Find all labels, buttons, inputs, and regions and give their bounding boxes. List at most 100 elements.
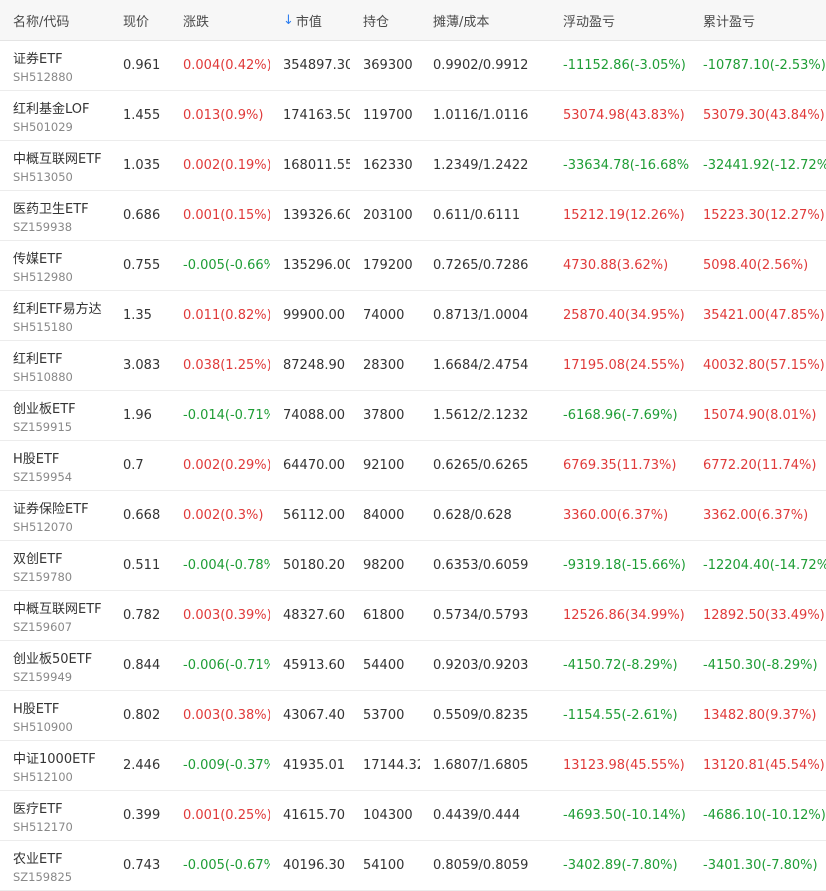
float-pnl-cell: -4150.72(-8.29%) <box>563 658 678 673</box>
total-pnl-cell: -32441.92(-12.72%) <box>703 158 826 173</box>
fund-name[interactable]: 双创ETF <box>13 548 63 567</box>
change-cell: 0.011(0.82%) <box>183 308 270 323</box>
fund-code: SZ159780 <box>13 569 73 584</box>
fund-code: SZ159938 <box>13 219 73 234</box>
float-pnl-cell: -11152.86(-3.05%) <box>563 58 686 73</box>
change-cell: -0.014(-0.71%) <box>183 408 270 423</box>
fund-code: SH512100 <box>13 769 73 784</box>
change-cell: 0.002(0.3%) <box>183 508 264 523</box>
total-pnl-cell: 13120.81(45.54%) <box>703 758 825 773</box>
table-row[interactable]: H股ETF SH510900 0.802 0.003(0.38%) 43067.40 53… <box>0 691 826 741</box>
col-float-pnl[interactable]: 浮动盈亏 <box>550 0 690 40</box>
fund-name[interactable]: 中概互联网ETF <box>13 598 102 617</box>
fund-name[interactable]: 传媒ETF <box>13 248 63 267</box>
fund-name[interactable]: 创业板50ETF <box>13 648 92 667</box>
fund-code: SH510900 <box>13 719 73 734</box>
cost-cell: 0.8059/0.8059 <box>433 858 529 873</box>
table-row[interactable]: 中概互联网ETF SZ159607 0.782 0.003(0.39%) 48327.6… <box>0 591 826 641</box>
total-pnl-cell: -10787.10(-2.53%) <box>703 58 826 73</box>
col-total-pnl[interactable]: 累计盈亏 <box>690 0 826 40</box>
col-change[interactable]: 涨跌 <box>170 0 270 40</box>
col-name-code[interactable]: 名称/代码 <box>0 0 110 40</box>
fund-name[interactable]: 中证1000ETF <box>13 748 96 767</box>
total-pnl-cell: 13482.80(9.37%) <box>703 708 817 723</box>
fund-name[interactable]: 农业ETF <box>13 848 63 867</box>
market-value-cell: 41615.70 <box>283 808 346 823</box>
table-row[interactable]: 红利ETF SH510880 3.083 0.038(1.25%) 87248.90 28… <box>0 341 826 391</box>
fund-code: SH513050 <box>13 169 73 184</box>
fund-code: SH512170 <box>13 819 73 834</box>
fund-name[interactable]: 创业板ETF <box>13 398 76 417</box>
holding-cell: 54100 <box>363 858 405 873</box>
fund-name[interactable]: H股ETF <box>13 698 59 717</box>
price-cell: 1.96 <box>123 408 152 423</box>
holding-cell: 54400 <box>363 658 405 673</box>
change-cell: -0.005(-0.67%) <box>183 858 270 873</box>
table-row[interactable]: 双创ETF SZ159780 0.511 -0.004(-0.78%) 50180.20… <box>0 541 826 591</box>
fund-name[interactable]: H股ETF <box>13 448 59 467</box>
total-pnl-cell: 53079.30(43.84%) <box>703 108 825 123</box>
fund-name-code-cell: H股ETF SZ159954 <box>0 441 110 490</box>
fund-name[interactable]: 证券ETF <box>13 48 63 67</box>
sort-desc-icon: ↓ <box>283 12 294 28</box>
fund-name[interactable]: 医药卫生ETF <box>13 198 89 217</box>
total-pnl-cell: 40032.80(57.15%) <box>703 358 825 373</box>
cost-cell: 0.6265/0.6265 <box>433 458 529 473</box>
total-pnl-cell: 35421.00(47.85%) <box>703 308 825 323</box>
table-body: 证券ETF SH512880 0.961 0.004(0.42%) 354897.30 3… <box>0 41 826 891</box>
total-pnl-cell: -4150.30(-8.29%) <box>703 658 818 673</box>
col-price[interactable]: 现价 <box>110 0 170 40</box>
fund-name-code-cell: H股ETF SH510900 <box>0 691 110 740</box>
fund-name-code-cell: 红利基金LOF SH501029 <box>0 91 110 140</box>
fund-code: SH501029 <box>13 119 73 134</box>
fund-name[interactable]: 证券保险ETF <box>13 498 89 517</box>
fund-name[interactable]: 医疗ETF <box>13 798 63 817</box>
table-row[interactable]: 中概互联网ETF SH513050 1.035 0.002(0.19%) 168011.… <box>0 141 826 191</box>
price-cell: 3.083 <box>123 358 161 373</box>
price-cell: 1.35 <box>123 308 152 323</box>
fund-name[interactable]: 红利ETF <box>13 348 63 367</box>
table-row[interactable]: 红利ETF易方达 SH515180 1.35 0.011(0.82%) 99900.00… <box>0 291 826 341</box>
table-row[interactable]: 创业板ETF SZ159915 1.96 -0.014(-0.71%) 74088.00… <box>0 391 826 441</box>
fund-name-code-cell: 红利ETF易方达 SH515180 <box>0 291 110 340</box>
change-cell: 0.001(0.25%) <box>183 808 270 823</box>
col-market-value-label: 市值 <box>295 14 322 30</box>
fund-name-code-cell: 中概互联网ETF SH513050 <box>0 141 110 190</box>
col-cost[interactable]: 摊薄/成本 <box>420 0 550 40</box>
price-cell: 1.035 <box>123 158 161 173</box>
table-row[interactable]: 证券保险ETF SH512070 0.668 0.002(0.3%) 56112.00 8… <box>0 491 826 541</box>
fund-name[interactable]: 红利基金LOF <box>13 98 90 117</box>
col-market-value[interactable]: ↓ 市值 <box>270 0 350 40</box>
col-holding[interactable]: 持仓 <box>350 0 420 40</box>
market-value-cell: 99900.00 <box>283 308 346 323</box>
market-value-cell: 168011.55 <box>283 158 350 173</box>
market-value-cell: 40196.30 <box>283 858 346 873</box>
change-cell: 0.002(0.29%) <box>183 458 270 473</box>
table-row[interactable]: 医疗ETF SH512170 0.399 0.001(0.25%) 41615.70 10… <box>0 791 826 841</box>
change-cell: 0.003(0.39%) <box>183 608 270 623</box>
fund-code: SH515180 <box>13 319 73 334</box>
market-value-cell: 56112.00 <box>283 508 346 523</box>
float-pnl-cell: 53074.98(43.83%) <box>563 108 685 123</box>
table-row[interactable]: 证券ETF SH512880 0.961 0.004(0.42%) 354897.30 3… <box>0 41 826 91</box>
market-value-cell: 139326.60 <box>283 208 350 223</box>
change-cell: -0.004(-0.78%) <box>183 558 270 573</box>
table-row[interactable]: 医药卫生ETF SZ159938 0.686 0.001(0.15%) 139326.6… <box>0 191 826 241</box>
fund-code: SH510880 <box>13 369 73 384</box>
table-row[interactable]: H股ETF SZ159954 0.7 0.002(0.29%) 64470.00 9210… <box>0 441 826 491</box>
fund-name[interactable]: 红利ETF易方达 <box>13 298 102 317</box>
total-pnl-cell: 3362.00(6.37%) <box>703 508 809 523</box>
table-row[interactable]: 传媒ETF SH512980 0.755 -0.005(-0.66%) 135296.0… <box>0 241 826 291</box>
fund-name-code-cell: 证券保险ETF SH512070 <box>0 491 110 540</box>
market-value-cell: 87248.90 <box>283 358 346 373</box>
table-row[interactable]: 红利基金LOF SH501029 1.455 0.013(0.9%) 174163.50… <box>0 91 826 141</box>
table-row[interactable]: 创业板50ETF SZ159949 0.844 -0.006(-0.71%) 45913… <box>0 641 826 691</box>
holding-cell: 53700 <box>363 708 405 723</box>
cost-cell: 1.6684/2.4754 <box>433 358 529 373</box>
fund-name[interactable]: 中概互联网ETF <box>13 148 102 167</box>
table-row[interactable]: 农业ETF SZ159825 0.743 -0.005(-0.67%) 40196.30… <box>0 841 826 891</box>
fund-code: SH512070 <box>13 519 73 534</box>
table-row[interactable]: 中证1000ETF SH512100 2.446 -0.009(-0.37%) 4193… <box>0 741 826 791</box>
holding-cell: 98200 <box>363 558 405 573</box>
fund-name-code-cell: 双创ETF SZ159780 <box>0 541 110 590</box>
